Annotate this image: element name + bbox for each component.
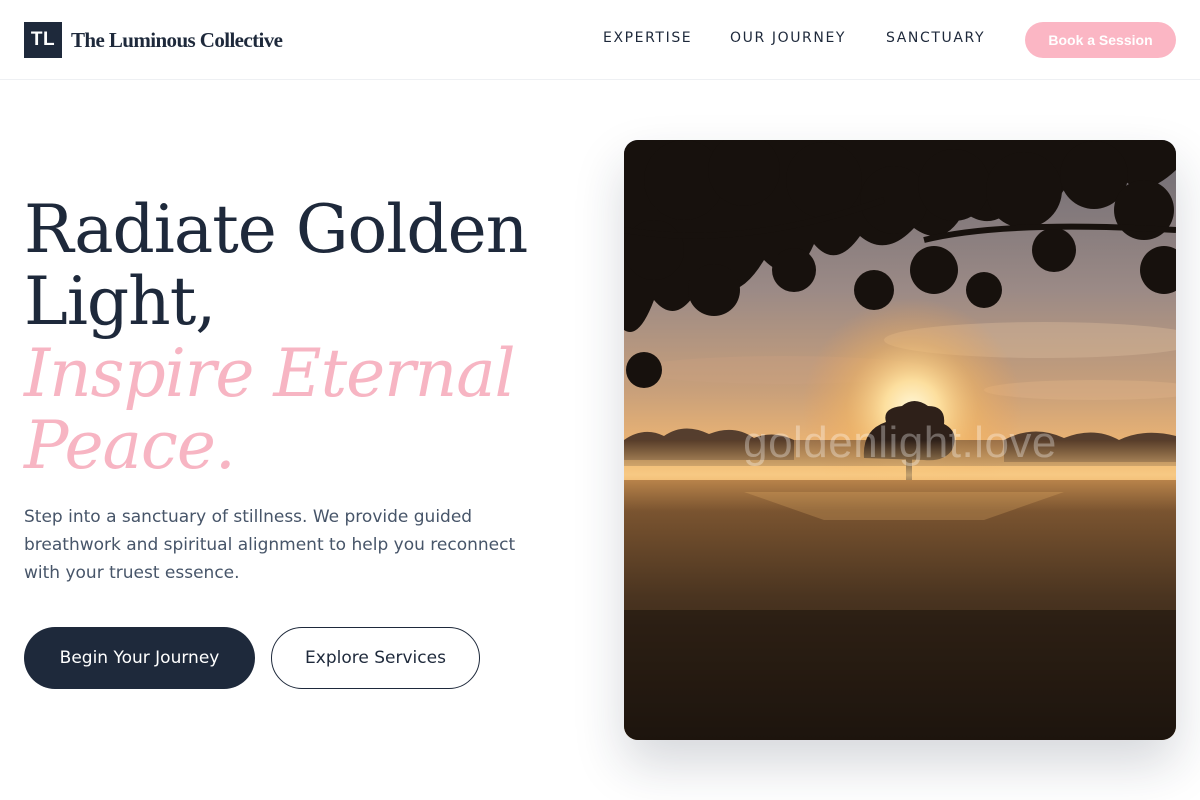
explore-services-button[interactable]: Explore Services bbox=[271, 627, 480, 689]
site-header: TL The Luminous Collective EXPERTISE OUR… bbox=[0, 0, 1200, 80]
logo-mark: TL bbox=[24, 22, 62, 58]
headline-accent-line-1: Inspire Eternal bbox=[24, 335, 516, 412]
hero-lead-text: Step into a sanctuary of stillness. We p… bbox=[24, 507, 516, 583]
brand-name: The Luminous Collective bbox=[71, 27, 283, 52]
book-session-button[interactable]: Book a Session bbox=[1025, 22, 1176, 58]
begin-journey-button[interactable]: Begin Your Journey bbox=[24, 627, 255, 689]
page: TL The Luminous Collective EXPERTISE OUR… bbox=[0, 0, 1200, 800]
headline-line-2: Light, bbox=[24, 263, 216, 340]
headline-accent-line-2: Peace. bbox=[24, 407, 236, 484]
nav-link-sanctuary[interactable]: SANCTUARY bbox=[886, 30, 1006, 46]
hero-sunrise-image: goldenlight.love bbox=[624, 140, 1176, 740]
image-watermark: goldenlight.love bbox=[743, 418, 1057, 467]
hero-headline: Radiate Golden Light, Inspire Eternal Pe… bbox=[24, 194, 584, 482]
nav-link-our-journey[interactable]: OUR JOURNEY bbox=[730, 30, 886, 46]
headline-line-1: Radiate Golden bbox=[24, 191, 528, 268]
brand-logo[interactable]: TL The Luminous Collective bbox=[24, 22, 283, 58]
main-nav: EXPERTISE OUR JOURNEY SANCTUARY bbox=[603, 30, 1006, 46]
nav-link-expertise[interactable]: EXPERTISE bbox=[603, 30, 730, 46]
